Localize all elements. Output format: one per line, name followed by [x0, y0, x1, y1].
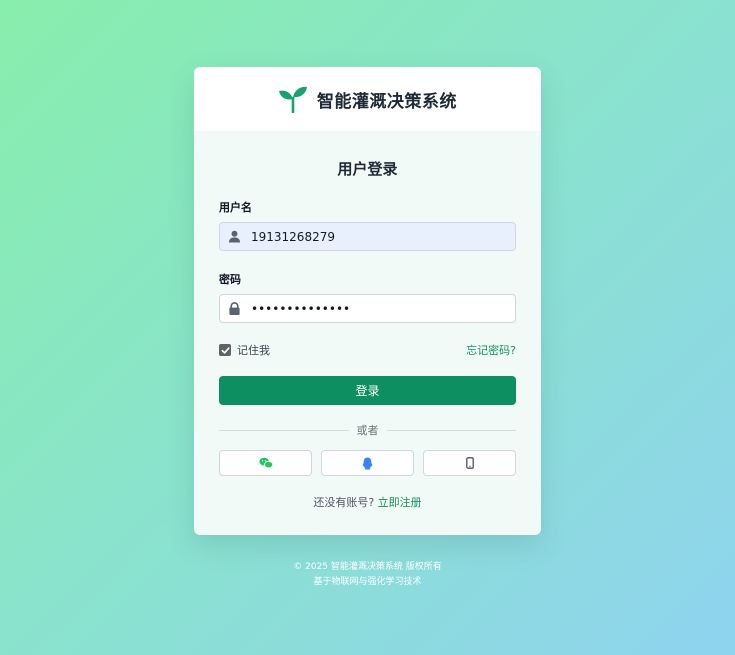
- login-heading: 用户登录: [337, 160, 398, 178]
- password-field[interactable]: [219, 294, 516, 323]
- card-header: 智能灌溉决策系统: [194, 67, 541, 131]
- wechat-icon: [258, 457, 273, 469]
- username-field[interactable]: [219, 222, 516, 251]
- lock-icon: [229, 302, 240, 315]
- login-card: 智能灌溉决策系统 用户登录 用户名 密码: [194, 67, 541, 535]
- forgot-password-link[interactable]: 忘记密码?: [466, 342, 516, 358]
- divider-text: 或者: [348, 422, 387, 438]
- footer-copyright: © 2025 智能灌溉决策系统 版权所有: [293, 562, 442, 572]
- page-footer: © 2025 智能灌溉决策系统 版权所有 基于物联网与强化学习技术: [0, 560, 735, 590]
- user-icon: [228, 230, 241, 243]
- seedling-icon: [279, 86, 307, 113]
- divider: 或者: [219, 422, 516, 438]
- register-prompt: 还没有账号?: [313, 496, 375, 509]
- checkmark-icon: [221, 346, 230, 354]
- register-link[interactable]: 立即注册: [378, 496, 422, 509]
- remember-label: 记住我: [237, 344, 270, 357]
- username-label: 用户名: [219, 201, 252, 214]
- remember-me[interactable]: 记住我: [219, 342, 270, 358]
- social-login-row: [219, 450, 516, 476]
- login-form: 用户登录 用户名 密码 记住我: [194, 158, 541, 510]
- password-label: 密码: [219, 273, 241, 286]
- remember-row: 记住我 忘记密码?: [219, 343, 516, 357]
- mobile-phone-icon: [465, 457, 474, 469]
- register-row: 还没有账号? 立即注册: [219, 494, 516, 510]
- app-title: 智能灌溉决策系统: [317, 91, 457, 112]
- remember-checkbox[interactable]: [219, 344, 231, 356]
- login-button[interactable]: 登录: [219, 376, 516, 405]
- wechat-login-button[interactable]: [219, 450, 312, 476]
- qq-icon: [362, 457, 373, 469]
- qq-login-button[interactable]: [321, 450, 414, 476]
- username-input[interactable]: [251, 229, 501, 244]
- password-input[interactable]: [251, 301, 501, 316]
- mobile-login-button[interactable]: [423, 450, 516, 476]
- footer-tagline: 基于物联网与强化学习技术: [313, 577, 422, 587]
